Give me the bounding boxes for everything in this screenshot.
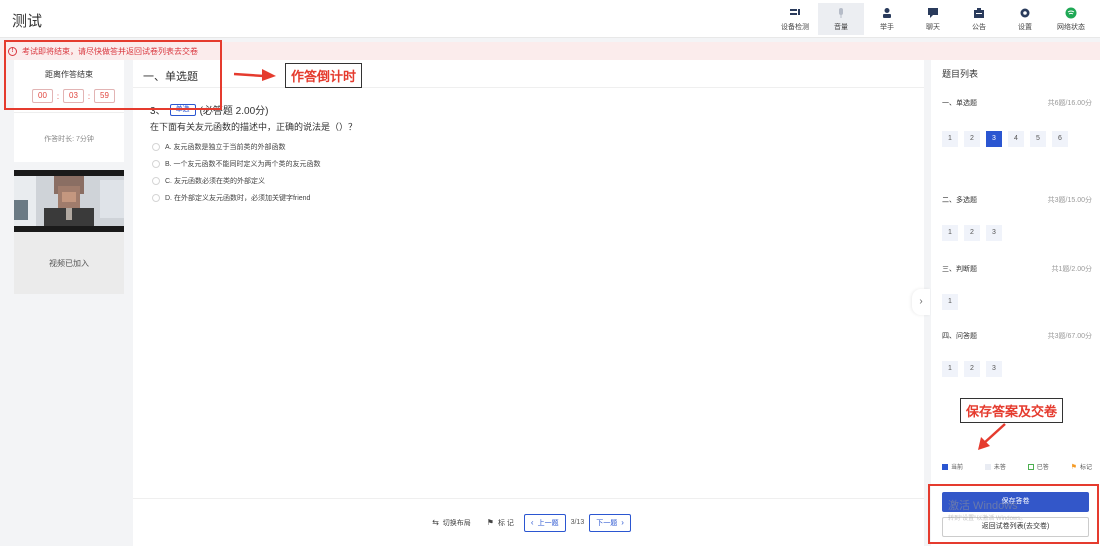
save-annotation-box — [928, 484, 1099, 544]
tool-announcement[interactable]: 公告 — [956, 3, 1002, 35]
page-indicator: 3/13 — [570, 519, 585, 526]
elapsed-time: 作答时长: 7分钟 — [44, 136, 94, 143]
group-essay: 四、问答题 共3题/67.00分 1 2 3 — [942, 331, 1092, 384]
arrow-right-icon — [233, 69, 276, 81]
radio-button[interactable] — [152, 193, 160, 202]
video-status-panel: 视频已加入 — [14, 232, 124, 294]
question-number-button[interactable]: 2 — [964, 225, 980, 241]
question-number-button[interactable]: 4 — [1008, 131, 1024, 147]
timer-annotation-box — [4, 40, 222, 110]
question-text: 在下面有关友元函数的描述中，正确的说法是（）？ — [150, 122, 358, 132]
device-check-icon — [789, 7, 801, 19]
question-number-button[interactable]: 5 — [1030, 131, 1046, 147]
group-multiple-choice: 二、多选题 共3题/15.00分 1 2 3 — [942, 195, 1092, 248]
legend-current: 当前 — [942, 462, 963, 471]
toolbar: 设备检测 音量 举手 聊天 公告 设置 网络状态 — [772, 3, 1094, 35]
legend-marked: ⚑ 标记 — [1070, 463, 1092, 472]
radio-button[interactable] — [152, 159, 160, 168]
tool-raise-hand[interactable]: 举手 — [864, 3, 910, 35]
webcam-video — [14, 170, 124, 232]
announcement-icon — [973, 7, 985, 19]
prev-question-button[interactable]: ‹ 上一题 — [523, 513, 566, 532]
option-a[interactable]: A. 友元函数是独立于当前类的外部函数 — [152, 142, 321, 151]
question-number-button[interactable]: 1 — [942, 294, 958, 310]
switch-layout-button[interactable]: ⇆ 切换布局 — [426, 514, 477, 532]
group-single-choice: 一、单选题 共6题/16.00分 1 2 3 4 5 6 — [942, 98, 1092, 154]
question-number-button[interactable]: 1 — [942, 361, 958, 377]
question-list-panel: 题目列表 一、单选题 共6题/16.00分 1 2 3 4 5 6 二、多选题 共3… — [931, 60, 1100, 546]
chevron-right-icon: › — [621, 518, 624, 527]
option-b[interactable]: B. 一个友元函数不能同时定义为两个类的友元函数 — [152, 159, 321, 168]
chevron-left-icon: ‹ — [530, 518, 534, 527]
question-number-button-current[interactable]: 3 — [986, 131, 1002, 147]
legend-answered: 已答 — [1027, 462, 1049, 471]
arrow-down-left-icon — [978, 423, 1006, 450]
elapsed-time-card: 作答时长: 7分钟 — [14, 112, 124, 162]
question-number-button[interactable]: 1 — [942, 131, 958, 147]
option-c[interactable]: C. 友元函数必须在类的外部定义 — [152, 176, 321, 185]
radio-button[interactable] — [152, 176, 160, 185]
tool-device-check[interactable]: 设备检测 — [772, 3, 818, 35]
tool-settings[interactable]: 设置 — [1002, 3, 1048, 35]
tool-network-status[interactable]: 网络状态 — [1048, 3, 1094, 35]
app-title: 测试 — [12, 13, 43, 30]
question-number-button[interactable]: 6 — [1052, 131, 1068, 147]
option-d[interactable]: D. 在外部定义友元函数时，必须加关键字friend — [152, 193, 321, 202]
raise-hand-icon — [881, 7, 893, 19]
tool-chat[interactable]: 聊天 — [910, 3, 956, 35]
tool-label: 聊天 — [926, 23, 940, 31]
flag-icon: ⚑ — [1070, 463, 1077, 471]
question-panel: 一、单选题 3、 单选 (必答题 2.00分) 在下面有关友元函数的描述中，正确… — [133, 60, 924, 546]
question-number-button[interactable]: 2 — [964, 131, 980, 147]
timer-annotation-label: 作答倒计时 — [285, 63, 363, 88]
microphone-icon — [835, 7, 847, 19]
tool-label: 公告 — [972, 23, 986, 31]
tool-label: 音量 — [834, 23, 848, 31]
gear-icon — [1019, 7, 1031, 19]
question-navigation: ⇆ 切换布局 ⚑ 标 记 ‹ 上一题 3/13 下一题 › — [133, 498, 924, 546]
question-number-button[interactable]: 1 — [942, 225, 958, 241]
legend-unanswered: 未答 — [984, 462, 1006, 471]
flag-icon: ⚑ — [486, 518, 494, 527]
mark-button[interactable]: ⚑ 标 记 — [481, 514, 520, 532]
tool-volume[interactable]: 音量 — [818, 3, 864, 35]
chat-icon — [927, 7, 939, 19]
question-number-button[interactable]: 3 — [986, 361, 1002, 377]
tool-label: 举手 — [880, 23, 894, 31]
top-header: 测试 设备检测 音量 举手 聊天 公告 设置 网络状态 — [0, 0, 1100, 38]
option-list: A. 友元函数是独立于当前类的外部函数 B. 一个友元函数不能同时定义为两个类的… — [152, 142, 321, 210]
group-true-false: 三、判断题 共1题/2.00分 1 — [942, 264, 1092, 317]
tool-label: 设置 — [1018, 23, 1032, 31]
question-list-title: 题目列表 — [942, 69, 979, 79]
switch-layout-icon: ⇆ — [432, 518, 439, 527]
status-legend: 当前 未答 已答 ⚑ 标记 — [942, 462, 1092, 471]
video-status-text: 视频已加入 — [49, 259, 89, 268]
radio-button[interactable] — [152, 142, 160, 151]
question-number-button[interactable]: 3 — [986, 225, 1002, 241]
next-question-button[interactable]: 下一题 › — [589, 513, 631, 532]
tool-label: 设备检测 — [781, 23, 809, 31]
network-status-icon — [1065, 7, 1077, 19]
left-column: 距离作答结束 00 : 03 : 59 作答时长: 7分钟 视频已加入 — [14, 60, 124, 546]
tool-label: 网络状态 — [1057, 23, 1085, 31]
collapse-panel-button[interactable]: › — [912, 289, 930, 315]
chevron-right-icon: › — [919, 296, 923, 307]
question-number-button[interactable]: 2 — [964, 361, 980, 377]
